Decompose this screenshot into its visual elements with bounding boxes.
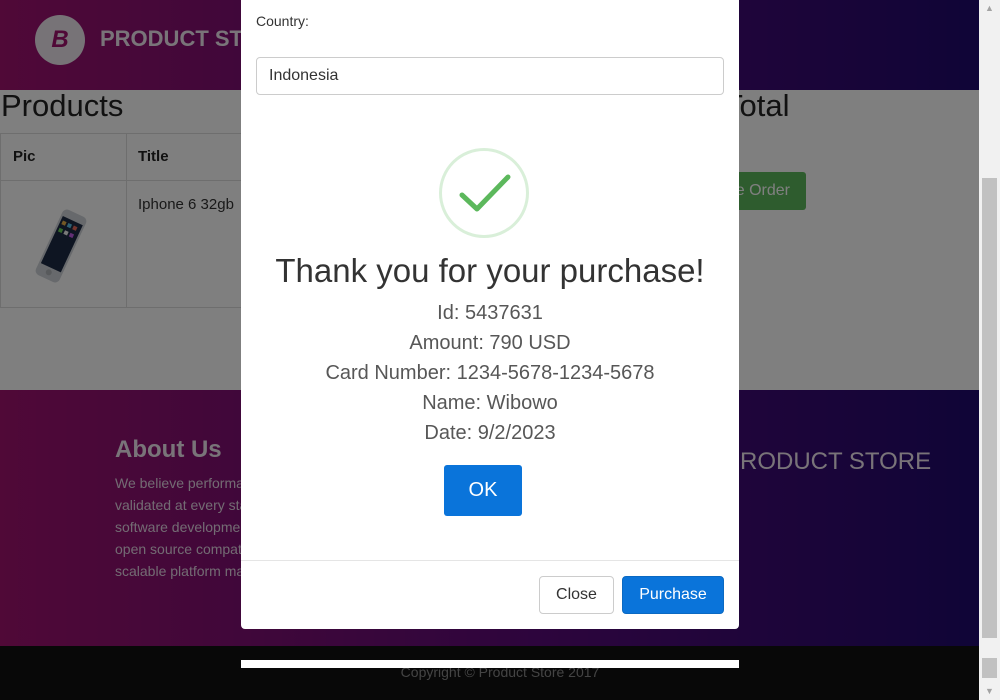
modal-bottom-edge	[241, 660, 739, 668]
order-id: Id: 5437631	[437, 302, 543, 324]
scroll-down-arrow-icon[interactable]: ▼	[979, 683, 1000, 700]
check-icon	[459, 174, 511, 212]
scroll-up-arrow-icon[interactable]: ▲	[979, 0, 1000, 17]
purchase-button[interactable]: Purchase	[622, 576, 724, 614]
order-name: Name: Wibowo	[422, 392, 558, 414]
order-date: Date: 9/2/2023	[424, 422, 556, 444]
modal-footer-divider	[241, 560, 739, 561]
order-amount: Amount: 790 USD	[409, 332, 571, 354]
ok-button[interactable]: OK	[444, 465, 522, 516]
country-input[interactable]	[256, 57, 724, 95]
alert-title: Thank you for your purchase!	[275, 252, 705, 289]
scrollbar-thumb[interactable]	[982, 178, 997, 638]
success-circle	[439, 148, 529, 238]
scrollbar-segment	[982, 658, 997, 678]
order-card-number: Card Number: 1234-5678-1234-5678	[325, 362, 655, 384]
close-button[interactable]: Close	[539, 576, 614, 614]
purchase-success-alert: Thank you for your purchase! Id: 5437631…	[241, 100, 739, 560]
country-label: Country:	[256, 13, 309, 29]
page-scrollbar[interactable]: ▲ ▼	[979, 0, 1000, 700]
